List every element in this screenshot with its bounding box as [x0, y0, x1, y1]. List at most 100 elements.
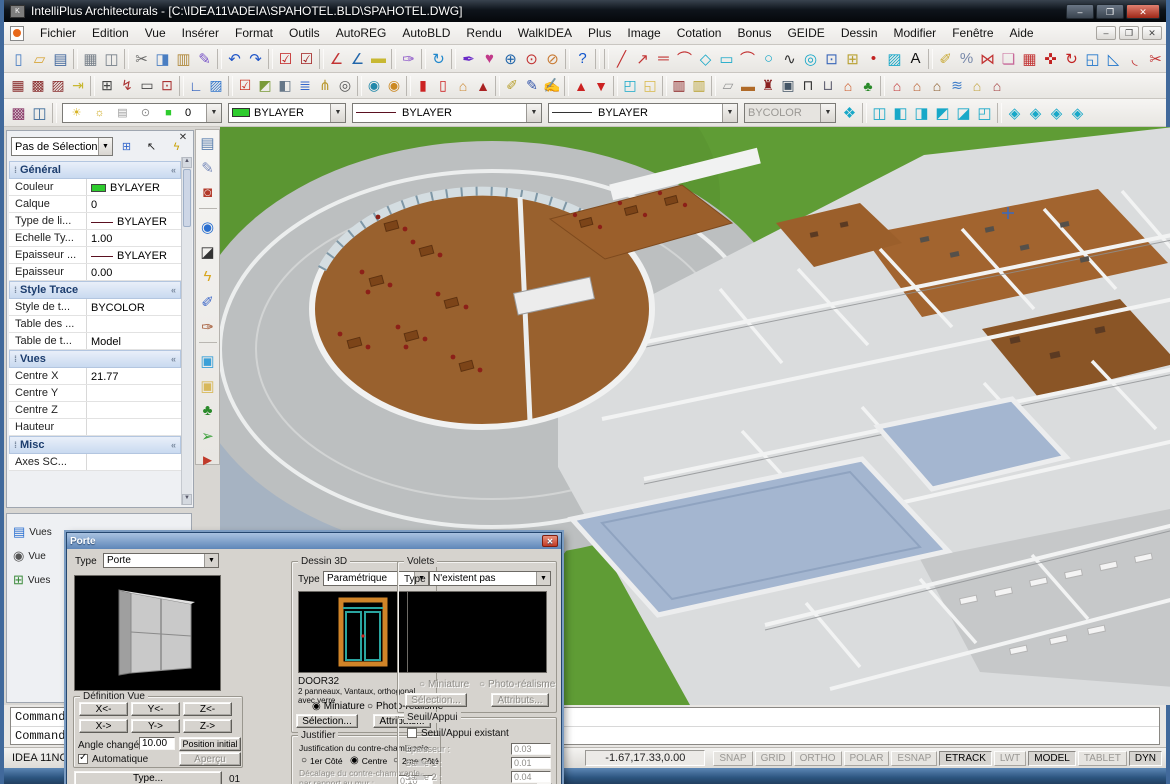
status-toggle[interactable]: ESNAP — [891, 751, 937, 766]
menu-item[interactable]: Dessin — [833, 24, 886, 42]
railing-edit-icon[interactable]: ▥ — [689, 76, 709, 96]
menu-item[interactable]: Outils — [281, 24, 328, 42]
marker-flag-icon[interactable]: ► — [197, 450, 218, 471]
menu-item[interactable]: Modifier — [886, 24, 945, 42]
mdi-close-button[interactable]: ✕ — [1142, 26, 1162, 40]
roof-icon[interactable]: ⌂ — [453, 76, 473, 96]
zoom-previous-icon[interactable]: ⊘ — [542, 48, 563, 69]
volume-3d-icon[interactable]: ◰ — [620, 76, 640, 96]
layer-color-icon[interactable]: ■ — [158, 102, 179, 123]
chevron-down-icon[interactable]: ▼ — [330, 104, 345, 122]
furniture-table-icon[interactable]: ⊓ — [798, 76, 818, 96]
close-icon[interactable]: ✕ — [542, 535, 558, 547]
vegetation-place-icon[interactable]: ➢ — [197, 425, 218, 446]
render-materials-icon[interactable]: ◙ — [197, 182, 218, 203]
print-preview-icon[interactable]: ◫ — [101, 48, 122, 69]
scrollbar-thumb[interactable] — [183, 169, 191, 227]
sketch-annotate-icon[interactable]: ✍ — [542, 76, 562, 96]
view-axis-button[interactable]: Z-> — [183, 719, 232, 733]
building-b-icon[interactable]: ⌂ — [907, 76, 927, 96]
property-row[interactable]: Epaisseur ... BYLAYER — [9, 247, 181, 264]
modify-chamfer-icon[interactable]: ◺ — [1103, 48, 1124, 69]
window-edit-icon[interactable]: ⊡ — [157, 76, 177, 96]
building-d-icon[interactable]: ⌂ — [967, 76, 987, 96]
selection-button[interactable]: Sélection... — [296, 714, 358, 728]
volets-preview[interactable] — [407, 591, 547, 673]
chevron-down-icon[interactable]: ▼ — [526, 104, 541, 122]
lineweight-combo[interactable]: BYLAYER ▼ — [548, 103, 738, 123]
quick-select-icon[interactable]: ⊞ — [116, 136, 137, 157]
opening-icon[interactable]: ▭ — [137, 76, 157, 96]
collapse-icon[interactable]: « — [171, 440, 176, 450]
render-scene-icon[interactable]: ▤ — [197, 132, 218, 153]
undo-icon[interactable]: ↶ — [224, 48, 245, 69]
selection-combo[interactable]: Pas de Sélection ▼ — [11, 137, 113, 156]
menu-item[interactable]: AutoBLD — [394, 24, 458, 42]
menu-item[interactable]: Rendu — [458, 24, 509, 42]
chevron-down-icon[interactable]: ▼ — [206, 104, 221, 122]
status-toggle[interactable]: DYN — [1129, 751, 1162, 766]
render-settings-icon[interactable]: ✎ — [197, 157, 218, 178]
section-header-general[interactable]: ⁞ Général « — [9, 161, 181, 179]
paste-icon[interactable]: ▥ — [173, 48, 194, 69]
layer-manager-icon[interactable]: ▩ — [8, 102, 29, 123]
linetype-combo[interactable]: BYLAYER ▼ — [352, 103, 542, 123]
view-top-icon[interactable]: ◫ — [869, 102, 890, 123]
color-combo[interactable]: BYLAYER ▼ — [228, 103, 346, 123]
menu-item[interactable]: Image — [619, 24, 668, 42]
view-right-icon[interactable]: ◩ — [932, 102, 953, 123]
menu-item[interactable]: Bonus — [729, 24, 779, 42]
corner-l-icon[interactable]: ∟ — [186, 76, 206, 96]
menu-item[interactable]: Fichier — [32, 24, 84, 42]
hatch-icon[interactable]: ▨ — [884, 48, 905, 69]
volume-edit-icon[interactable]: ◱ — [640, 76, 660, 96]
slope-down-icon[interactable]: ▼ — [591, 76, 611, 96]
building-e-icon[interactable]: ⌂ — [987, 76, 1007, 96]
zoom-center-icon[interactable]: ♥ — [479, 48, 500, 69]
chambranle-1er-cote-radio[interactable]: 1er Côté — [301, 755, 343, 766]
modify-move-icon[interactable]: ✜ — [1040, 48, 1061, 69]
menu-item[interactable]: GEIDE — [779, 24, 832, 42]
close-button[interactable]: ✕ — [1126, 4, 1160, 19]
animation-icon[interactable]: ◪ — [197, 241, 218, 262]
solid-3d-icon[interactable]: ◧ — [275, 76, 295, 96]
scroll-up-icon[interactable]: ▲ — [182, 157, 192, 168]
menu-item[interactable]: AutoREG — [328, 24, 395, 42]
draw-arc-icon[interactable]: ⌒ — [737, 48, 758, 69]
property-row[interactable]: Table des ... — [9, 316, 181, 333]
column-i-icon[interactable]: ▮ — [413, 76, 433, 96]
slope-up-icon[interactable]: ▲ — [571, 76, 591, 96]
insert-block-icon[interactable]: ⊡ — [821, 48, 842, 69]
volets-type-combo[interactable]: N'existent pas▼ — [429, 571, 551, 586]
building-a-icon[interactable]: ⌂ — [887, 76, 907, 96]
column-edit-icon[interactable]: ▯ — [433, 76, 453, 96]
collapse-icon[interactable]: « — [171, 285, 176, 295]
roof-raise-icon[interactable]: ▲ — [473, 76, 493, 96]
tag-circle-icon[interactable]: ◉ — [364, 76, 384, 96]
view-iso-se-icon[interactable]: ◪ — [953, 102, 974, 123]
property-row[interactable]: Type de li... BYLAYER — [9, 213, 181, 230]
modify-divide-icon[interactable]: % — [956, 48, 977, 69]
draw-ellipse-icon[interactable]: ◎ — [800, 48, 821, 69]
close-icon[interactable]: ✕ — [176, 132, 190, 143]
layer-freeze-icon[interactable]: ☼ — [89, 102, 110, 123]
status-toggle[interactable]: TABLET — [1078, 751, 1127, 766]
wall-icon[interactable]: ▦ — [8, 76, 28, 96]
wall-intersect-icon[interactable]: ▩ — [28, 76, 48, 96]
menu-item[interactable]: Vue — [137, 24, 174, 42]
angle-input[interactable]: 10.00 — [139, 737, 175, 750]
furniture-sofa-icon[interactable]: ▬ — [738, 76, 758, 96]
coordinates-display[interactable]: -1.67,17.33,0.00 — [585, 750, 705, 766]
menu-item[interactable]: Edition — [84, 24, 137, 42]
draw-polygon-icon[interactable]: ◇ — [695, 48, 716, 69]
view-axis-button[interactable]: X-> — [79, 719, 128, 733]
furniture-fixture-icon[interactable]: ⊔ — [818, 76, 838, 96]
shade-hidden-icon[interactable]: ◈ — [1025, 102, 1046, 123]
measure-ruler-icon[interactable]: ▬ — [368, 48, 389, 69]
property-row[interactable]: Hauteur — [9, 419, 181, 436]
property-row[interactable]: Centre X 21.77 — [9, 368, 181, 385]
small-house-icon[interactable]: ⌂ — [838, 76, 858, 96]
copy-icon[interactable]: ◨ — [152, 48, 173, 69]
draw-arc-points-icon[interactable]: ⌒ — [674, 48, 695, 69]
draw-point-icon[interactable]: • — [863, 48, 884, 69]
